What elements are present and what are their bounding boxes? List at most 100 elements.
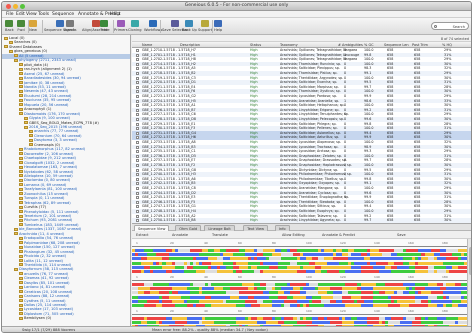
column-header[interactable]: % GC — [364, 43, 374, 47]
seq-tool-annotate-predict[interactable]: Annotate & Predict — [322, 233, 355, 237]
row-checkbox[interactable] — [136, 182, 139, 186]
folder-icon — [19, 192, 23, 196]
row-checkbox[interactable] — [136, 154, 139, 158]
status-left: Swig 17/1 (7/29) 888 Voorens — [22, 327, 76, 332]
search-field[interactable]: Search — [431, 22, 469, 30]
row-checkbox[interactable] — [136, 67, 139, 71]
menu-file[interactable]: File — [6, 12, 14, 17]
toolbar-back-button[interactable]: Back — [5, 20, 14, 34]
column-header[interactable]: Sequence Len — [384, 43, 409, 47]
tree-item-label: Chaetopidae (9, 212 unread) — [24, 156, 76, 161]
tree-item-label: Canisons (88, 12 unread) — [24, 294, 70, 299]
folder-icon — [19, 187, 23, 191]
search-label: Search — [452, 24, 465, 29]
toolbar-button-label: Help — [214, 28, 223, 32]
row-checkbox[interactable] — [136, 200, 139, 204]
row-checkbox[interactable] — [136, 76, 139, 80]
toolbar-primers-button[interactable]: Primers — [114, 20, 128, 34]
row-checkbox[interactable] — [136, 122, 139, 126]
row-checkbox[interactable] — [136, 113, 139, 117]
tree-item[interactable]: Bembliysen (0) — [2, 316, 130, 321]
search-icon — [434, 24, 437, 28]
row-checkbox[interactable] — [136, 90, 139, 94]
folder-icon — [14, 227, 18, 231]
row-checkbox[interactable] — [136, 219, 139, 223]
row-checkbox[interactable] — [136, 141, 139, 144]
seq-tool-extract[interactable]: Extract — [136, 233, 149, 237]
column-header[interactable]: Taxonomy — [280, 43, 298, 47]
menu-help[interactable]: Help — [110, 12, 120, 17]
menu-tools[interactable]: Tools — [38, 12, 49, 17]
tree-item-label: Searches (0) — [14, 40, 37, 45]
toolbar-support-button[interactable]: Support — [198, 20, 212, 34]
row-checkbox[interactable] — [136, 168, 139, 172]
ruler-tick-label: 100 — [306, 309, 312, 313]
row-checkbox[interactable] — [136, 72, 139, 75]
row-checkbox[interactable] — [136, 159, 139, 163]
row-checkbox[interactable] — [136, 196, 139, 200]
toolbar-tree-button[interactable]: Tree — [100, 20, 108, 34]
sequence-row — [132, 295, 467, 299]
row-checkbox[interactable] — [136, 177, 139, 181]
row-checkbox[interactable] — [136, 53, 139, 57]
toolbar-cloning-button[interactable]: Cloning — [128, 20, 142, 34]
sequence-row — [132, 317, 467, 320]
column-header[interactable]: Post Trim — [412, 43, 428, 47]
row-checkbox[interactable] — [136, 150, 139, 154]
column-header[interactable]: # Ambiguities — [338, 43, 363, 47]
alignment-scrollbar[interactable] — [467, 239, 471, 328]
menu-sequence[interactable]: Sequence — [52, 12, 74, 17]
folder-icon — [19, 205, 23, 209]
tree-item-label: Jamitae (0, 38 unread) — [24, 80, 65, 85]
row-checkbox[interactable] — [136, 173, 139, 177]
menu-view[interactable]: View — [26, 12, 37, 17]
column-header[interactable]: % HQ — [442, 43, 452, 47]
row-checkbox[interactable] — [136, 104, 139, 108]
tree-item-label: Lomarca (0, 69 unread) — [24, 182, 67, 187]
toolbar-back-up-button[interactable]: Back Up — [182, 20, 197, 34]
row-checkbox[interactable] — [136, 214, 139, 218]
row-checkbox[interactable] — [136, 95, 139, 98]
column-header[interactable]: Description — [180, 43, 200, 47]
row-checkbox[interactable] — [136, 210, 139, 213]
row-checkbox[interactable] — [136, 58, 139, 62]
row-checkbox[interactable] — [136, 164, 139, 167]
toolbar-new-button[interactable]: New — [29, 20, 37, 34]
seq-tool-translate[interactable]: Translate — [212, 233, 228, 237]
tree-item-label: Cnemospis (0) — [34, 142, 60, 147]
tree-item-label: Tarafylaenla (81, 100 unread) — [24, 187, 78, 192]
row-checkbox[interactable] — [136, 127, 139, 131]
column-header[interactable]: Status — [250, 43, 261, 47]
row-checkbox[interactable] — [136, 191, 139, 195]
folder-icon — [9, 40, 13, 44]
tree-item-label: Pholcida (2, 32 unread) — [24, 254, 66, 259]
scroll-thumb[interactable] — [469, 247, 471, 275]
row-checkbox[interactable] — [136, 131, 139, 135]
row-checkbox[interactable] — [136, 62, 139, 66]
toolbar-fwd-button[interactable]: Fwd — [17, 20, 25, 34]
folder-icon — [19, 223, 23, 227]
row-checkbox[interactable] — [136, 99, 139, 103]
column-header[interactable]: Name — [142, 43, 152, 47]
row-checkbox[interactable] — [136, 81, 139, 85]
support-icon — [201, 20, 210, 27]
row-checkbox[interactable] — [136, 85, 139, 89]
toolbar-agents-button[interactable]: Agents — [64, 20, 77, 34]
row-checkbox[interactable] — [136, 187, 139, 190]
row-checkbox[interactable] — [136, 205, 139, 209]
seq-tool-allow-editing[interactable]: Allow Editing — [282, 233, 305, 237]
seq-tool-save[interactable]: Save — [397, 233, 406, 237]
seq-tool-annotate[interactable]: Annotate — [172, 233, 188, 237]
row-checkbox[interactable] — [136, 49, 139, 52]
toolbar-help-button[interactable]: Help — [214, 20, 222, 34]
tree-item-label: Zoonochilus (15 unread) — [24, 191, 69, 196]
row-checkbox[interactable] — [136, 118, 139, 121]
primers-icon — [116, 20, 125, 27]
row-checkbox[interactable] — [136, 145, 139, 149]
window-title: Geneious 6.0.5 - For non-commercial use … — [184, 3, 289, 8]
row-checkbox[interactable] — [136, 136, 139, 140]
menu-edit[interactable]: Edit — [16, 12, 25, 17]
position-ruler — [132, 314, 467, 315]
alignment-view[interactable]: 1 20 40 60 80 100 120 140 160 180 1 20 40 60 80 100 120 1… — [132, 239, 467, 328]
row-checkbox[interactable] — [136, 108, 139, 112]
